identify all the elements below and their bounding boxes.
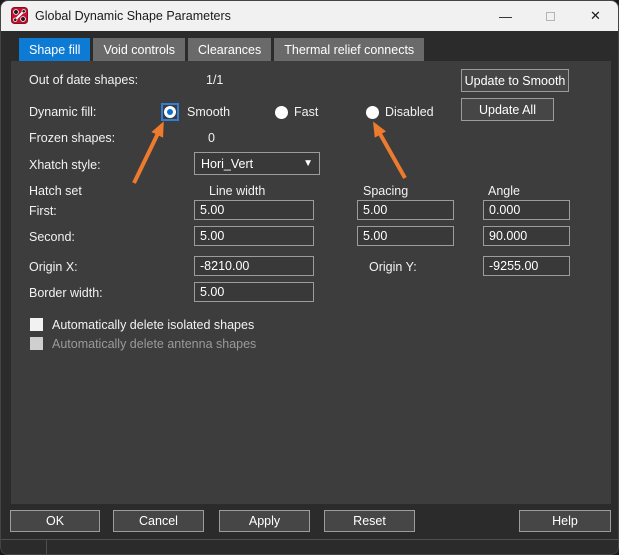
maximize-icon bbox=[546, 12, 555, 21]
radio-smooth-selected-icon bbox=[164, 106, 176, 118]
tab-bar: Shape fill Void controls Clearances Ther… bbox=[19, 38, 424, 61]
origin-y-label: Origin Y: bbox=[369, 260, 417, 274]
reset-button[interactable]: Reset bbox=[324, 510, 415, 532]
xhatch-style-select[interactable]: Hori_Vert ▼ bbox=[194, 152, 320, 175]
second-label: Second: bbox=[29, 230, 75, 244]
close-button[interactable]: ✕ bbox=[573, 1, 618, 31]
radio-fast[interactable] bbox=[275, 106, 288, 119]
tab-thermal-relief-connects[interactable]: Thermal relief connects bbox=[274, 38, 424, 61]
radio-smooth[interactable] bbox=[161, 103, 179, 121]
angle-header: Angle bbox=[488, 184, 520, 198]
first-label: First: bbox=[29, 204, 57, 218]
out-of-date-label: Out of date shapes: bbox=[29, 73, 138, 87]
title-bar: Global Dynamic Shape Parameters — ✕ bbox=[1, 1, 618, 31]
app-icon bbox=[11, 7, 28, 24]
origin-x-input[interactable] bbox=[194, 256, 314, 276]
annotation-arrow-smooth bbox=[134, 125, 162, 183]
dynamic-fill-label: Dynamic fill: bbox=[29, 105, 96, 119]
line-width-header: Line width bbox=[209, 184, 265, 198]
border-width-input[interactable] bbox=[194, 282, 314, 302]
status-bar-divider bbox=[46, 540, 47, 555]
chevron-down-icon: ▼ bbox=[303, 158, 313, 169]
origin-y-input[interactable] bbox=[483, 256, 570, 276]
annotation-arrow-disabled bbox=[375, 125, 405, 178]
dialog-window: Global Dynamic Shape Parameters — ✕ Shap… bbox=[0, 0, 619, 555]
minimize-icon: — bbox=[499, 9, 512, 24]
close-icon: ✕ bbox=[590, 8, 601, 24]
cancel-button[interactable]: Cancel bbox=[113, 510, 204, 532]
ok-button[interactable]: OK bbox=[10, 510, 100, 532]
tab-void-controls[interactable]: Void controls bbox=[93, 38, 185, 61]
tab-clearances[interactable]: Clearances bbox=[188, 38, 271, 61]
radio-fast-label[interactable]: Fast bbox=[294, 105, 318, 119]
delete-isolated-shapes-checkbox[interactable] bbox=[30, 318, 43, 331]
second-spacing-input[interactable] bbox=[357, 226, 454, 246]
shape-fill-panel: Out of date shapes: 1/1 Update to Smooth… bbox=[11, 61, 611, 504]
delete-isolated-shapes-label[interactable]: Automatically delete isolated shapes bbox=[52, 318, 254, 332]
first-spacing-input[interactable] bbox=[357, 200, 454, 220]
hatch-set-header: Hatch set bbox=[29, 184, 82, 198]
maximize-button[interactable] bbox=[528, 1, 573, 31]
tab-shape-fill[interactable]: Shape fill bbox=[19, 38, 90, 61]
status-bar bbox=[1, 539, 618, 555]
update-all-button[interactable]: Update All bbox=[461, 98, 554, 121]
spacing-header: Spacing bbox=[363, 184, 408, 198]
second-line-width-input[interactable] bbox=[194, 226, 314, 246]
xhatch-style-label: Xhatch style: bbox=[29, 158, 101, 172]
frozen-shapes-label: Frozen shapes: bbox=[29, 131, 115, 145]
xhatch-style-value: Hori_Vert bbox=[201, 157, 253, 171]
second-angle-input[interactable] bbox=[483, 226, 570, 246]
delete-antenna-shapes-label: Automatically delete antenna shapes bbox=[52, 337, 256, 351]
first-angle-input[interactable] bbox=[483, 200, 570, 220]
radio-disabled[interactable] bbox=[366, 106, 379, 119]
update-to-smooth-button[interactable]: Update to Smooth bbox=[461, 69, 569, 92]
apply-button[interactable]: Apply bbox=[219, 510, 310, 532]
border-width-label: Border width: bbox=[29, 286, 103, 300]
radio-smooth-label[interactable]: Smooth bbox=[187, 105, 230, 119]
out-of-date-value: 1/1 bbox=[206, 73, 223, 87]
delete-antenna-shapes-checkbox[interactable] bbox=[30, 337, 43, 350]
origin-x-label: Origin X: bbox=[29, 260, 78, 274]
first-line-width-input[interactable] bbox=[194, 200, 314, 220]
frozen-shapes-value: 0 bbox=[208, 131, 215, 145]
minimize-button[interactable]: — bbox=[483, 1, 528, 31]
window-title: Global Dynamic Shape Parameters bbox=[35, 1, 231, 31]
radio-disabled-label[interactable]: Disabled bbox=[385, 105, 434, 119]
help-button[interactable]: Help bbox=[519, 510, 611, 532]
